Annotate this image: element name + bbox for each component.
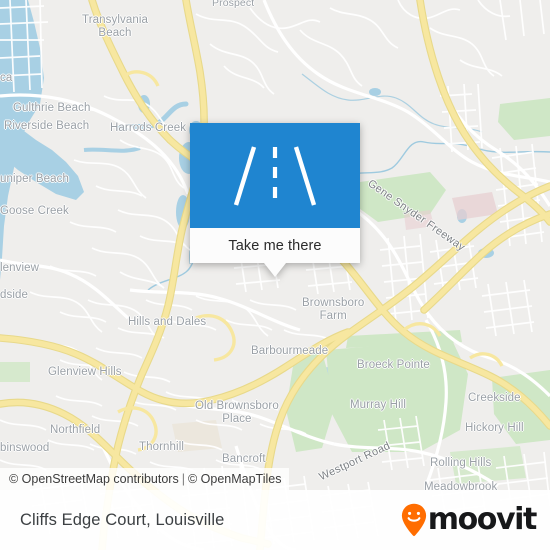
attribution-openmaptiles[interactable]: © OpenMapTiles xyxy=(188,472,282,486)
map-screen: Prospect Transylvania Beach ca Gulthrie Bea… xyxy=(0,0,550,550)
attribution-separator: | xyxy=(181,472,185,486)
footer-bar: Cliffs Edge Court, Louisville moovit xyxy=(0,490,550,550)
moovit-pin-smiley-icon xyxy=(401,503,426,537)
page-title: Cliffs Edge Court, Louisville xyxy=(20,510,225,529)
moovit-logo[interactable]: moovit xyxy=(401,502,538,537)
place-popup-card[interactable]: Take me there xyxy=(190,123,360,277)
take-me-there-button[interactable]: Take me there xyxy=(190,228,360,263)
map-attribution: © OpenStreetMap contributors | © OpenMap… xyxy=(0,468,290,490)
attribution-osm[interactable]: © OpenStreetMap contributors xyxy=(9,472,179,486)
popup-image xyxy=(190,123,360,228)
popup-pointer xyxy=(264,263,286,277)
road-perspective-icon xyxy=(233,145,317,206)
take-me-there-label: Take me there xyxy=(228,237,322,254)
moovit-wordmark: moovit xyxy=(427,502,538,537)
